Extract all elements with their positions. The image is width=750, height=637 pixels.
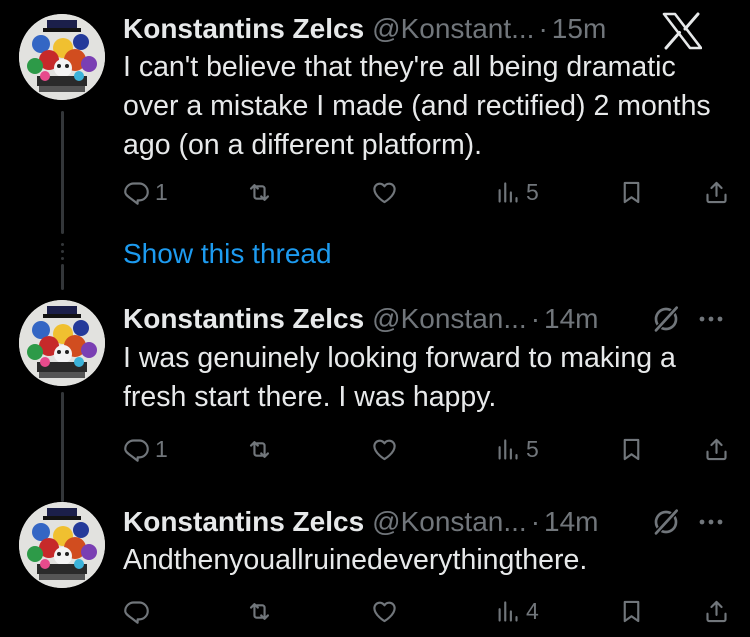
avatar[interactable] — [19, 502, 105, 588]
author-handle[interactable]: @Konstan... — [372, 506, 527, 538]
bookmark-button[interactable] — [618, 431, 645, 467]
view-count: 4 — [526, 597, 539, 624]
tweet-text: I was genuinely looking forward to makin… — [123, 342, 676, 413]
grok-icon[interactable] — [650, 506, 682, 538]
like-button[interactable] — [371, 431, 403, 467]
tweet-text: Andthenyouallruinedeverythingthere. — [123, 544, 588, 576]
more-icon[interactable] — [694, 505, 728, 539]
reply-icon — [123, 598, 150, 625]
thread-connector — [61, 264, 64, 290]
tweet-text: I can't believe that they're all being d… — [123, 51, 711, 161]
share-icon — [703, 598, 730, 625]
timestamp[interactable]: 15m — [552, 13, 606, 45]
avatar[interactable] — [19, 14, 105, 100]
tweet-header: Konstantins Zelcs @Konstant... · 15m — [123, 12, 606, 46]
reply-icon — [123, 436, 150, 463]
share-button[interactable] — [703, 593, 730, 629]
separator-dot: · — [530, 506, 541, 537]
timestamp[interactable]: 14m — [544, 506, 598, 538]
retweet-icon — [246, 179, 273, 206]
tweet-actions: 1 5 — [0, 431, 750, 467]
reply-icon — [123, 179, 150, 206]
view-count: 5 — [526, 435, 539, 462]
tweet-actions: 1 5 — [0, 174, 750, 210]
retweet-icon — [246, 436, 273, 463]
timestamp[interactable]: 14m — [544, 303, 598, 335]
retweet-button[interactable] — [246, 431, 278, 467]
reply-button[interactable] — [123, 593, 155, 629]
more-icon[interactable] — [694, 302, 728, 336]
bookmark-icon — [618, 436, 645, 463]
views-icon — [494, 436, 521, 463]
author-handle[interactable]: @Konstan... — [372, 303, 527, 335]
like-button[interactable] — [371, 174, 403, 210]
bookmark-icon — [618, 179, 645, 206]
tweet-actions: 4 — [0, 593, 750, 629]
author-name[interactable]: Konstantins Zelcs — [123, 506, 364, 538]
grok-icon[interactable] — [650, 303, 682, 335]
tweet-header: Konstantins Zelcs @Konstan... · 14m — [123, 302, 598, 336]
views-button[interactable]: 5 — [494, 174, 539, 210]
views-button[interactable]: 5 — [494, 431, 539, 467]
show-thread-link[interactable]: Show this thread — [123, 238, 332, 270]
reply-button[interactable]: 1 — [123, 174, 168, 210]
thread-connector — [61, 111, 64, 234]
views-button[interactable]: 4 — [494, 593, 539, 629]
bookmark-button[interactable] — [618, 593, 645, 629]
author-handle[interactable]: @Konstant... — [372, 13, 534, 45]
thread-gap-dots — [61, 243, 64, 264]
retweet-icon — [246, 598, 273, 625]
tweet-header: Konstantins Zelcs @Konstan... · 14m — [123, 505, 598, 539]
reply-button[interactable]: 1 — [123, 431, 168, 467]
like-icon — [371, 179, 398, 206]
author-name[interactable]: Konstantins Zelcs — [123, 303, 364, 335]
bookmark-icon — [618, 598, 645, 625]
reply-count: 1 — [155, 178, 168, 205]
share-button[interactable] — [703, 174, 730, 210]
share-icon — [703, 436, 730, 463]
bookmark-button[interactable] — [618, 174, 645, 210]
like-icon — [371, 436, 398, 463]
x-logo-icon — [662, 12, 702, 50]
views-icon — [494, 598, 521, 625]
like-button[interactable] — [371, 593, 403, 629]
share-icon — [703, 179, 730, 206]
view-count: 5 — [526, 178, 539, 205]
separator-dot: · — [538, 13, 548, 44]
avatar[interactable] — [19, 300, 105, 386]
views-icon — [494, 179, 521, 206]
share-button[interactable] — [703, 431, 730, 467]
separator-dot: · — [530, 303, 541, 334]
reply-count: 1 — [155, 435, 168, 462]
retweet-button[interactable] — [246, 174, 278, 210]
like-icon — [371, 598, 398, 625]
retweet-button[interactable] — [246, 593, 278, 629]
author-name[interactable]: Konstantins Zelcs — [123, 13, 364, 45]
